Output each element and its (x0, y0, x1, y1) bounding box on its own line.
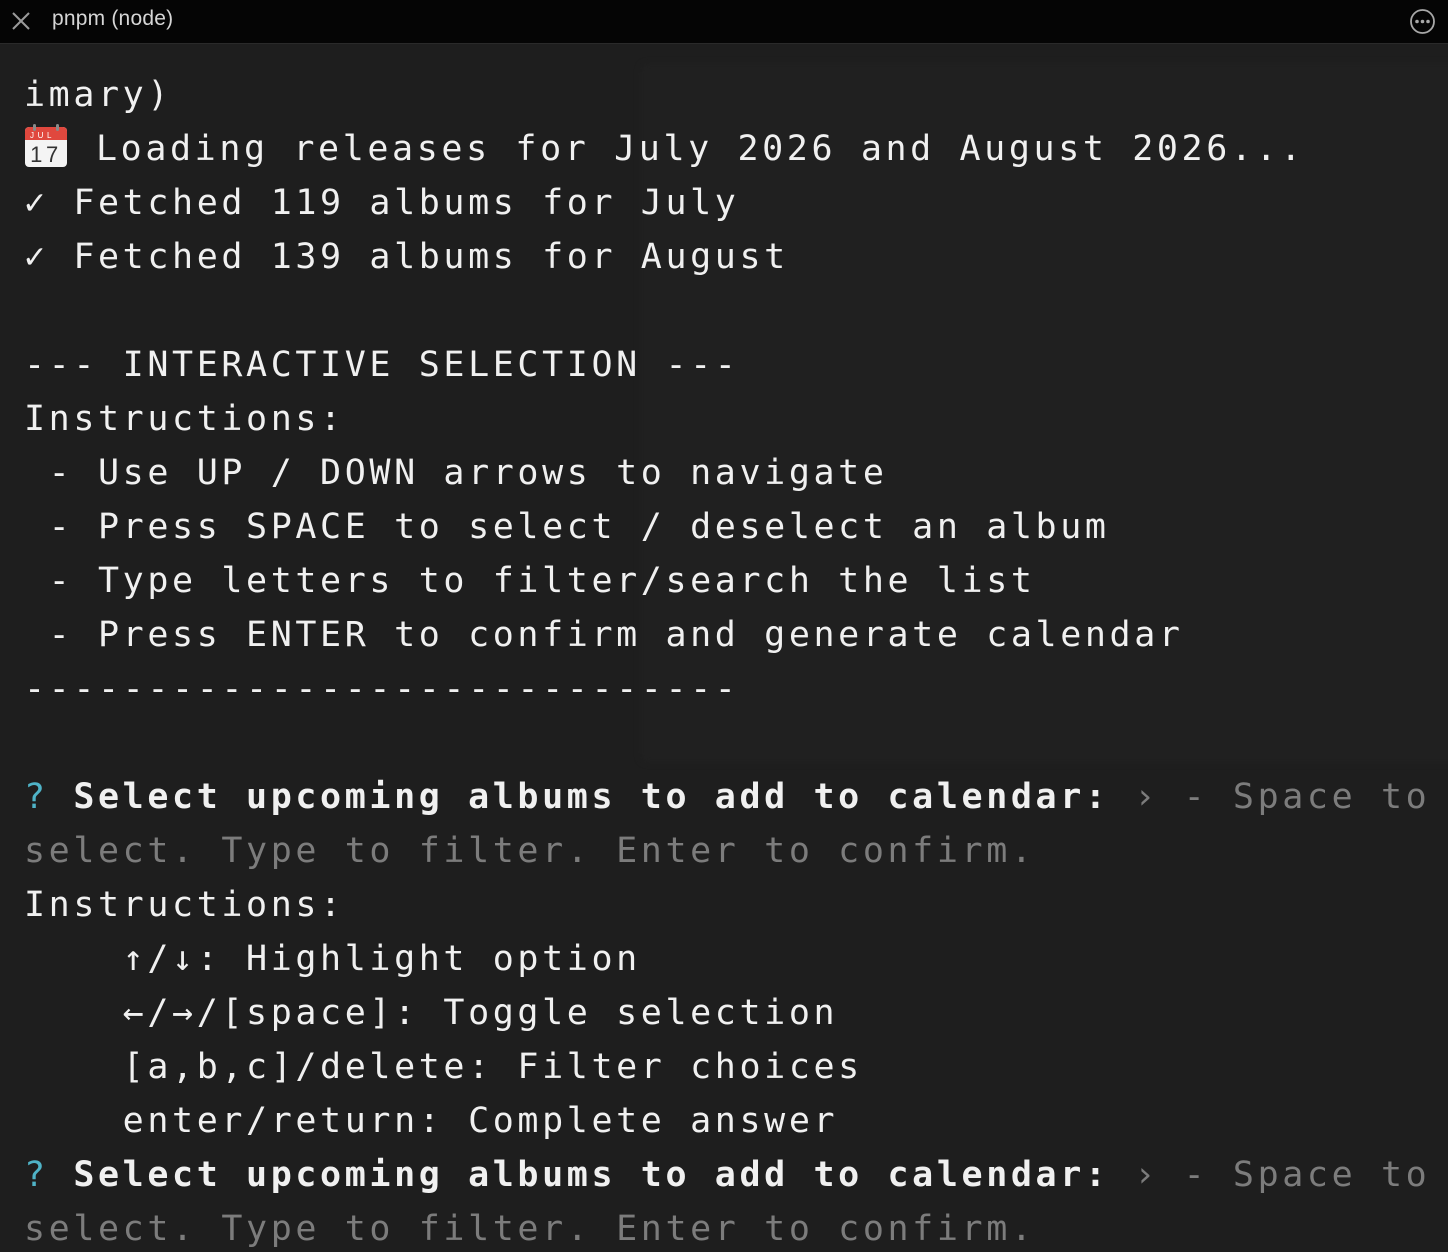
terminal-window: pnpm (node) imary) JUL 17 Loading releas… (0, 0, 1448, 1252)
terminal-output[interactable]: imary) JUL 17 Loading releases for July … (24, 68, 1434, 1252)
prompt-hint: › - Space to (1134, 1155, 1431, 1195)
prompt-question: Select upcoming albums to add to calenda… (73, 1155, 1110, 1195)
output-line-keyhelp: enter/return: Complete answer (24, 1101, 839, 1141)
output-line-keyhelp: ↑/↓: Highlight option (24, 939, 641, 979)
output-line-keyhelp: [a,b,c]/delete: Filter choices (24, 1047, 863, 1087)
output-line-instructions-heading: Instructions: (24, 399, 345, 439)
prompt-line[interactable]: ? Select upcoming albums to add to calen… (24, 1148, 1434, 1202)
output-line-blank (24, 716, 1434, 770)
prompt-hint-continuation: select. Type to filter. Enter to confirm… (24, 831, 1036, 871)
output-line-instruction: - Press ENTER to confirm and generate ca… (24, 615, 1184, 655)
output-line-section-header: --- INTERACTIVE SELECTION --- (24, 345, 740, 385)
loading-text: Loading releases for July 2026 and Augus… (96, 129, 1305, 169)
output-line-instruction: - Use UP / DOWN arrows to navigate (24, 453, 888, 493)
calendar-icon-month: JUL (30, 131, 55, 140)
close-icon[interactable] (10, 10, 32, 32)
output-line-divider: ----------------------------- (24, 669, 740, 709)
prompt-line[interactable]: ? Select upcoming albums to add to calen… (24, 770, 1434, 824)
prompt-question: Select upcoming albums to add to calenda… (73, 777, 1110, 817)
output-line-instruction: - Type letters to filter/search the list (24, 561, 1036, 601)
output-line: imary) (24, 75, 173, 115)
output-line-fetched-august: ✓ Fetched 139 albums for August (24, 237, 789, 277)
title-bar: pnpm (node) (0, 0, 1448, 44)
prompt-hint-continuation: select. Type to filter. Enter to confirm… (24, 1209, 1036, 1249)
prompt-marker: ? (24, 777, 49, 817)
prompt-marker: ? (24, 1155, 49, 1195)
prompt-hint: › - Space to (1134, 777, 1431, 817)
output-line-fetched-july: ✓ Fetched 119 albums for July (24, 183, 740, 223)
more-icon[interactable] (1409, 8, 1436, 35)
output-line-keyhelp: ←/→/[space]: Toggle selection (24, 993, 839, 1033)
window-title: pnpm (node) (52, 7, 174, 30)
output-line-blank (24, 284, 1434, 338)
output-line-instruction: - Press SPACE to select / deselect an al… (24, 507, 1110, 547)
output-line-instructions-heading: Instructions: (24, 885, 345, 925)
output-line-loading: JUL 17 Loading releases for July 2026 an… (24, 122, 1434, 176)
calendar-icon: JUL 17 (25, 124, 67, 167)
calendar-icon-day: 17 (30, 142, 62, 167)
